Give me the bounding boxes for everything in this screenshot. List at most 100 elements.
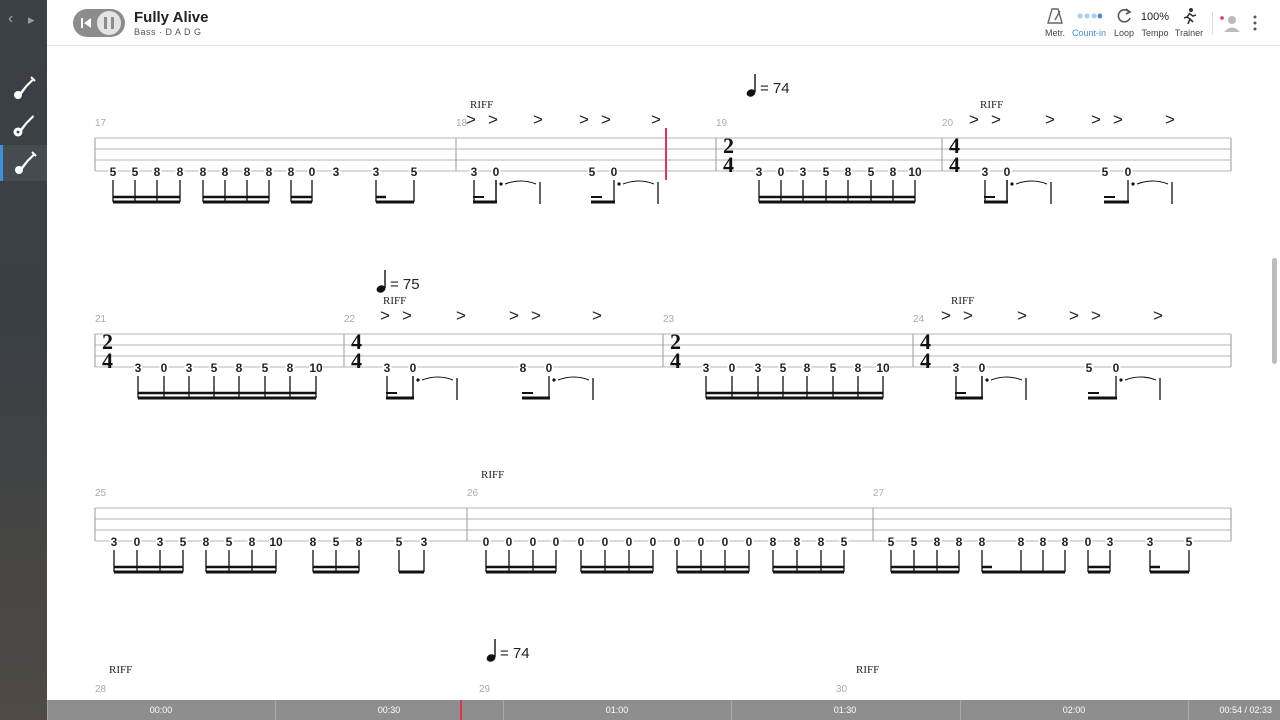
transport-controls (73, 9, 125, 37)
fret-number: 5 (589, 165, 596, 179)
measure-number: 24 (913, 314, 925, 325)
measure-number: 27 (873, 488, 885, 499)
fret-number: 5 (888, 535, 895, 549)
tie (557, 376, 590, 381)
accent-mark: > (531, 306, 541, 325)
tie (421, 376, 454, 381)
dot (1010, 182, 1014, 186)
fret-number: 0 (778, 165, 785, 179)
user-avatar-icon[interactable] (1219, 14, 1241, 34)
sidebar-track-1[interactable] (0, 70, 47, 106)
time-signature-bottom: 4 (670, 348, 681, 373)
fret-number: 8 (244, 165, 251, 179)
fret-number: 0 (506, 535, 513, 549)
accent-mark: > (456, 306, 466, 325)
accent-mark: > (601, 110, 611, 129)
fret-number: 8 (356, 535, 363, 549)
dot (1131, 182, 1135, 186)
sidebar-track-3[interactable] (0, 145, 47, 181)
timeline-label: 01:00 (605, 705, 629, 715)
fret-number: 5 (868, 165, 875, 179)
fret-number: 5 (211, 361, 218, 375)
fret-number: 0 (1085, 535, 1092, 549)
pause-button[interactable] (97, 11, 121, 35)
fret-number: 0 (161, 361, 168, 375)
accent-mark: > (1045, 110, 1055, 129)
fret-number: 5 (396, 535, 403, 549)
tempo-marking: = 74 (760, 80, 790, 97)
fret-number: 3 (421, 535, 428, 549)
accent-mark: > (533, 110, 543, 129)
fret-number: 5 (226, 535, 233, 549)
sidebar-track-2[interactable] (0, 107, 47, 143)
riff-label: RIFF (481, 469, 504, 481)
metronome-icon (1047, 8, 1063, 24)
fret-number: 8 (310, 535, 317, 549)
accent-mark: > (1091, 306, 1101, 325)
song-tuning: Bass · D A D G (134, 27, 202, 37)
fret-number: 8 (818, 535, 825, 549)
fret-number: 0 (309, 165, 316, 179)
fret-number: 8 (979, 535, 986, 549)
trainer-button[interactable]: Trainer (1169, 6, 1209, 42)
fret-number: 0 (611, 165, 618, 179)
fret-number: 8 (287, 361, 294, 375)
accent-mark: > (579, 110, 589, 129)
pause-icon (104, 17, 114, 29)
timeline-playhead[interactable] (460, 700, 462, 720)
fret-number: 3 (982, 165, 989, 179)
playback-timeline[interactable]: 00:00 00:30 01:00 01:30 02:00 00:54 / 02… (47, 700, 1280, 720)
fret-number: 3 (756, 165, 763, 179)
measure-number: 23 (663, 314, 675, 325)
tie (990, 376, 1023, 381)
tempo-marking: = 74 (500, 645, 530, 662)
measure-number: 28 (95, 684, 107, 695)
count-in-dots-icon (1077, 13, 1102, 19)
nav-arrows: ‹ ▸ (6, 10, 42, 34)
playback-position: 00:54 / 02:33 (1219, 705, 1272, 715)
fret-number: 0 (1125, 165, 1132, 179)
skip-back-icon[interactable] (79, 16, 93, 30)
track-sidebar: ‹ ▸ (0, 0, 47, 720)
fret-number: 0 (553, 535, 560, 549)
header-bar: Fully Alive Bass · D A D G Metr. Count-i… (47, 0, 1280, 46)
fret-number: 8 (770, 535, 777, 549)
accent-mark: > (1165, 110, 1175, 129)
measure-number: 29 (479, 684, 491, 695)
accent-mark: > (963, 306, 973, 325)
fret-number: 3 (384, 361, 391, 375)
measure-number: 17 (95, 118, 107, 129)
riff-label: RIFF (109, 664, 132, 676)
accent-mark: > (402, 306, 412, 325)
expand-panel-icon[interactable]: ▸ (28, 12, 35, 28)
fret-number: 0 (493, 165, 500, 179)
dot (617, 182, 621, 186)
tie (1124, 376, 1157, 381)
fret-number: 3 (703, 361, 710, 375)
more-menu-icon[interactable] (1252, 15, 1258, 31)
fret-number: 0 (602, 535, 609, 549)
accent-mark: > (380, 306, 390, 325)
vertical-scrollbar[interactable] (1272, 258, 1277, 364)
bass-guitar-icon (15, 151, 37, 174)
fret-number: 10 (309, 361, 323, 375)
fret-number: 8 (794, 535, 801, 549)
fret-number: 5 (333, 535, 340, 549)
tab-score[interactable]: 17 5 5 8 8 8 8 8 8 8 0 3 3 5 18 3 0 5 0 19 2 4 3 0 3 5 8 5 8 10 20 4 4 3 0… (47, 46, 1280, 700)
count-in-button[interactable]: Count-in (1069, 6, 1109, 42)
song-title: Fully Alive (134, 9, 209, 26)
fret-number: 3 (333, 165, 340, 179)
accent-mark: > (1113, 110, 1123, 129)
tie (504, 180, 537, 185)
tie (622, 180, 655, 185)
accent-mark: > (509, 306, 519, 325)
accent-mark: > (941, 306, 951, 325)
fret-number: 5 (132, 165, 139, 179)
fret-number: 8 (200, 165, 207, 179)
fret-number: 5 (1102, 165, 1109, 179)
riff-label: RIFF (856, 664, 879, 676)
fret-number: 8 (956, 535, 963, 549)
bass-guitar-icon (13, 76, 36, 99)
back-arrow-icon[interactable]: ‹ (8, 10, 13, 28)
fret-number: 8 (203, 535, 210, 549)
